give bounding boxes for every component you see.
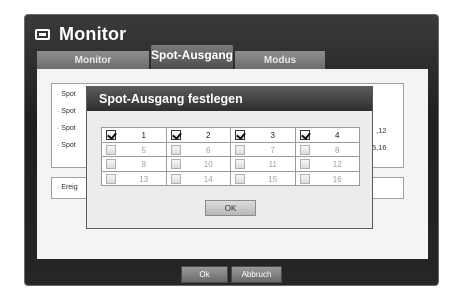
channel-checkbox xyxy=(299,173,310,184)
tab-monitor[interactable]: Monitor xyxy=(37,51,149,69)
channel-cell: 6 xyxy=(165,141,231,157)
spot-value-4: 5,16 xyxy=(372,143,387,152)
tab-bar: Monitor Spot-Ausgang Modus xyxy=(37,45,428,69)
channel-cell: 8 xyxy=(294,141,360,157)
channel-row: 9 10 11 12 xyxy=(101,156,360,172)
channel-checkbox[interactable] xyxy=(235,130,245,140)
channel-label: 7 xyxy=(270,145,275,155)
channel-checkbox xyxy=(235,173,245,184)
cancel-button[interactable]: Abbruch xyxy=(231,266,282,283)
channel-checkbox xyxy=(235,159,245,169)
channel-label: 5 xyxy=(141,145,146,155)
channel-checkbox xyxy=(106,144,116,155)
channel-cell: 11 xyxy=(230,156,296,172)
spot-value-3: ,12 xyxy=(376,126,387,135)
channel-label: 9 xyxy=(141,160,146,169)
channel-label: 11 xyxy=(268,160,277,169)
tab-modus[interactable]: Modus xyxy=(235,51,325,69)
channel-checkbox xyxy=(106,159,116,169)
channel-label: 8 xyxy=(335,145,340,155)
tab-spot-ausgang[interactable]: Spot-Ausgang xyxy=(151,45,233,69)
channel-checkbox xyxy=(299,159,310,169)
channel-label: 15 xyxy=(268,174,278,184)
channel-cell: 9 xyxy=(101,156,167,172)
channel-checkbox xyxy=(106,173,116,184)
channel-cell: 5 xyxy=(101,141,167,157)
channel-row: 1 2 3 4 xyxy=(101,127,360,143)
channel-label: 2 xyxy=(206,131,211,140)
channel-checkbox xyxy=(170,173,181,184)
channel-label: 1 xyxy=(141,131,146,140)
spot-line-2: · Spot xyxy=(57,108,76,115)
channel-cell: 3 xyxy=(230,127,296,143)
channel-checkbox[interactable] xyxy=(170,130,181,140)
channel-checkbox xyxy=(170,144,181,155)
channel-cell: 15 xyxy=(230,170,296,186)
channel-label: 13 xyxy=(139,174,149,184)
channel-checkbox[interactable] xyxy=(299,130,310,140)
channel-grid: 1 2 3 4 5 6 7 8 9 10 11 12 13 14 15 16 xyxy=(101,127,360,186)
ok-button[interactable]: Ok xyxy=(181,266,228,283)
channel-label: 10 xyxy=(203,160,213,169)
channel-cell: 2 xyxy=(165,127,231,143)
channel-row: 5 6 7 8 xyxy=(101,141,360,157)
window-title-bar: Monitor xyxy=(35,23,126,45)
channel-cell: 10 xyxy=(165,156,231,172)
channel-checkbox[interactable] xyxy=(106,130,116,140)
event-label: · Ereig xyxy=(57,184,78,191)
channel-label: 4 xyxy=(335,131,340,140)
monitor-icon xyxy=(35,28,50,40)
channel-cell: 13 xyxy=(101,170,167,186)
channel-label: 3 xyxy=(270,131,275,140)
channel-checkbox xyxy=(299,144,310,155)
channel-cell: 7 xyxy=(230,141,296,157)
channel-cell: 14 xyxy=(165,170,231,186)
channel-cell: 12 xyxy=(294,156,360,172)
spot-output-dialog: Spot-Ausgang festlegen 1 2 3 4 5 6 7 8 9 10 11 12 13… xyxy=(86,86,373,229)
channel-cell: 1 xyxy=(101,127,167,143)
window-title: Monitor xyxy=(59,23,127,44)
dialog-title: Spot-Ausgang festlegen xyxy=(87,87,372,111)
spot-line-4: · Spot xyxy=(57,142,76,149)
channel-label: 14 xyxy=(203,174,213,184)
channel-cell: 4 xyxy=(294,127,360,143)
channel-label: 6 xyxy=(206,145,211,155)
channel-checkbox xyxy=(235,144,245,155)
channel-row: 13 14 15 16 xyxy=(101,170,360,186)
channel-label: 12 xyxy=(332,160,342,169)
channel-checkbox xyxy=(170,159,181,169)
dialog-ok-button[interactable]: OK xyxy=(205,200,256,216)
spot-line-3: · Spot xyxy=(57,125,76,132)
channel-cell: 16 xyxy=(294,170,360,186)
channel-label: 16 xyxy=(332,174,342,184)
spot-line-1: · Spot xyxy=(57,91,76,98)
